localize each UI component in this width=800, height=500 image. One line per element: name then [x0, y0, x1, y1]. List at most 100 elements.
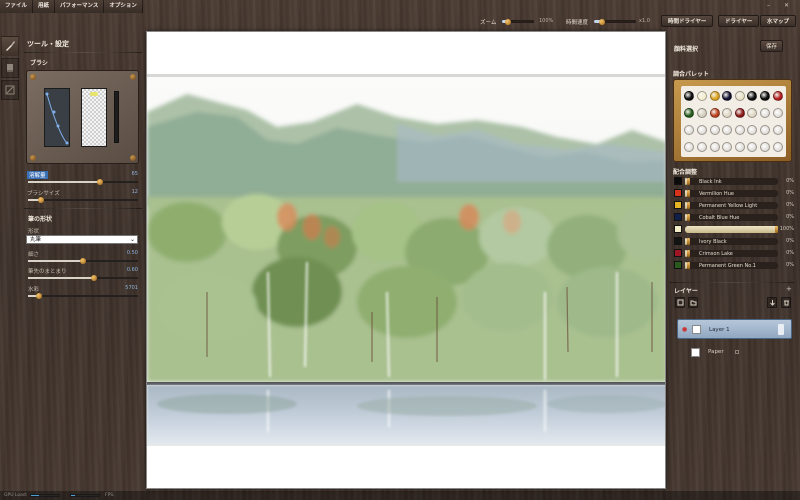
- watermap-button[interactable]: 水マップ: [760, 15, 797, 27]
- pigment-row[interactable]: Crimson Lake 0%: [674, 249, 794, 257]
- pigment-amount-slider[interactable]: Permanent Yellow Light: [685, 202, 778, 209]
- brush-tool-tab[interactable]: [1, 36, 19, 56]
- palette-well[interactable]: [696, 108, 707, 119]
- brush-size-slider[interactable]: [28, 197, 138, 203]
- time-dryer-button[interactable]: 時間ドライヤー: [661, 15, 714, 27]
- palette-well[interactable]: [734, 124, 745, 135]
- palette-well[interactable]: [722, 91, 733, 102]
- slider-thumb[interactable]: [686, 262, 690, 269]
- palette-well[interactable]: [772, 108, 783, 119]
- palette-well[interactable]: [709, 124, 720, 135]
- palette-well[interactable]: [747, 124, 758, 135]
- menu-file[interactable]: ファイル: [0, 0, 34, 13]
- pigment-row[interactable]: Permanent Green No.1 0%: [674, 261, 794, 269]
- delete-layer-button[interactable]: [781, 297, 791, 308]
- palette-well[interactable]: [747, 91, 758, 102]
- palette-well[interactable]: [709, 141, 720, 152]
- slider-thumb[interactable]: [686, 214, 690, 221]
- pigment-row[interactable]: Permanent Yellow Light 0%: [674, 201, 794, 209]
- palette-well[interactable]: [684, 91, 695, 102]
- slider-thumb[interactable]: [686, 178, 690, 185]
- menu-paper[interactable]: 用紙: [33, 0, 56, 13]
- palette-well[interactable]: [696, 124, 707, 135]
- curve-point[interactable]: [45, 92, 49, 96]
- palette-well[interactable]: [772, 124, 783, 135]
- save-button[interactable]: 保存: [760, 40, 784, 52]
- curve-point[interactable]: [56, 124, 60, 128]
- merge-button[interactable]: [767, 297, 777, 308]
- painting-canvas[interactable]: [146, 31, 666, 489]
- watercolor-painting[interactable]: [147, 32, 666, 489]
- menu-performance[interactable]: パフォーマンス: [55, 0, 105, 13]
- palette-well[interactable]: [747, 141, 758, 152]
- palette-well[interactable]: [760, 141, 771, 152]
- close-button[interactable]: ✕: [781, 1, 792, 10]
- menu-options[interactable]: オプション: [104, 0, 143, 13]
- paper-tool-tab[interactable]: [1, 80, 19, 100]
- pigment-row[interactable]: Vermilion Hue 0%: [674, 189, 794, 197]
- pressure-curve[interactable]: [45, 89, 69, 146]
- slider-thumb[interactable]: [686, 238, 690, 245]
- dryer-button[interactable]: ドライヤー: [718, 15, 760, 27]
- slider-thumb[interactable]: [775, 226, 778, 233]
- zoom-slider[interactable]: [502, 18, 534, 25]
- palette-well[interactable]: [684, 124, 695, 135]
- palette-well[interactable]: [722, 124, 733, 135]
- palette-well[interactable]: [709, 91, 720, 102]
- palette-well[interactable]: [760, 108, 771, 119]
- opacity-handle[interactable]: [778, 324, 784, 335]
- layer-row-selected[interactable]: ● Layer 1: [677, 319, 792, 339]
- shape-select[interactable]: 丸筆 ⌄: [26, 235, 138, 244]
- pigment-row[interactable]: Ivory Black 0%: [674, 237, 794, 245]
- minimize-button[interactable]: –: [763, 1, 774, 10]
- pigment-amount-slider[interactable]: [685, 226, 778, 233]
- layer-row[interactable]: Paper: [677, 343, 792, 361]
- palette-well[interactable]: [747, 108, 758, 119]
- palette-well[interactable]: [734, 141, 745, 152]
- palette-well[interactable]: [696, 91, 707, 102]
- pigment-amount-slider[interactable]: Black Ink: [685, 178, 778, 185]
- new-layer-button[interactable]: [675, 297, 685, 308]
- lock-icon[interactable]: [735, 350, 739, 354]
- curve-point[interactable]: [52, 110, 56, 114]
- watercolor-slider[interactable]: [28, 293, 138, 299]
- pigment-row[interactable]: 100%: [674, 225, 794, 233]
- pigment-amount-slider[interactable]: Cobalt Blue Hue: [685, 214, 778, 221]
- palette-well[interactable]: [696, 141, 707, 152]
- add-icon[interactable]: +: [786, 285, 792, 293]
- pigment-amount-slider[interactable]: Permanent Green No.1: [685, 262, 778, 269]
- palette-well[interactable]: [760, 124, 771, 135]
- zoom-slider-thumb[interactable]: [505, 18, 512, 25]
- folder-button[interactable]: [688, 297, 698, 308]
- layer-name[interactable]: Paper: [708, 349, 724, 355]
- dissolve-amount-slider[interactable]: [28, 179, 138, 185]
- palette-well[interactable]: [772, 141, 783, 152]
- time-speed-slider[interactable]: [594, 18, 636, 25]
- thinness-slider[interactable]: [28, 258, 138, 264]
- slider-thumb[interactable]: [686, 250, 690, 257]
- palette-well[interactable]: [734, 91, 745, 102]
- palette-well[interactable]: [684, 108, 695, 119]
- slider-knob[interactable]: [96, 179, 103, 185]
- pigment-amount-slider[interactable]: Vermilion Hue: [685, 190, 778, 197]
- palette-well[interactable]: [684, 141, 695, 152]
- pigment-amount-slider[interactable]: Crimson Lake: [685, 250, 778, 257]
- visibility-icon[interactable]: ●: [682, 326, 687, 333]
- pressure-curve-editor[interactable]: [44, 88, 70, 147]
- curve-point[interactable]: [65, 141, 69, 145]
- eraser-tool-tab[interactable]: [1, 58, 19, 78]
- time-speed-slider-thumb[interactable]: [599, 18, 606, 25]
- pigment-row[interactable]: Black Ink 0%: [674, 177, 794, 185]
- tip-cohesion-slider[interactable]: [28, 275, 138, 281]
- palette-well[interactable]: [722, 108, 733, 119]
- slider-knob[interactable]: [80, 258, 86, 264]
- pigment-amount-slider[interactable]: Ivory Black: [685, 238, 778, 245]
- slider-knob[interactable]: [38, 197, 45, 203]
- slider-knob[interactable]: [91, 275, 97, 281]
- slider-thumb[interactable]: [686, 202, 690, 209]
- pigment-row[interactable]: Cobalt Blue Hue 0%: [674, 213, 794, 221]
- palette-well[interactable]: [722, 141, 733, 152]
- palette-well[interactable]: [734, 108, 745, 119]
- slider-thumb[interactable]: [686, 190, 690, 197]
- layer-name[interactable]: Layer 1: [709, 327, 730, 333]
